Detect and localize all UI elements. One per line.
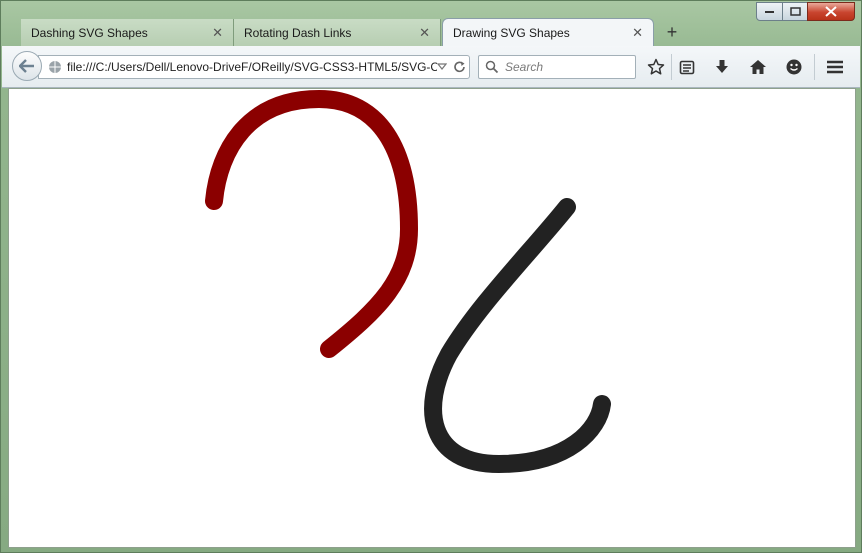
downloads-button[interactable] [711,56,733,78]
tab-close-icon[interactable]: ✕ [212,25,223,41]
reload-icon[interactable] [453,60,467,74]
close-window-button[interactable] [807,2,855,21]
star-icon [647,58,665,75]
reading-list-button[interactable] [676,56,698,78]
browser-window: Dashing SVG Shapes ✕ Rotating Dash Links… [0,0,862,553]
red-curve-path [205,89,419,358]
back-button[interactable] [12,51,42,81]
tab-label: Rotating Dash Links [244,25,352,40]
url-text[interactable]: file:///C:/Users/Dell/Lenovo-DriveF/ORei… [67,60,437,74]
new-tab-button[interactable]: + [662,22,682,42]
dropdown-icon[interactable] [437,61,447,71]
tab-close-icon[interactable]: ✕ [419,25,430,41]
reading-list-icon [679,60,695,75]
toolbar-separator [671,54,672,80]
back-arrow-icon [19,59,34,73]
plus-icon: + [666,21,678,42]
minimize-button[interactable] [756,2,783,21]
bookmark-button[interactable] [645,56,667,78]
menu-button[interactable] [824,56,846,78]
dark-hook-path [424,198,611,474]
tab-rotating-dash-links[interactable]: Rotating Dash Links ✕ [234,19,441,46]
maximize-icon [789,7,801,16]
minimize-icon [764,10,774,13]
svg-drawing-canvas [205,89,611,474]
tab-close-icon[interactable]: ✕ [632,25,643,41]
close-icon [825,6,837,17]
smiley-icon [786,59,802,75]
globe-icon [49,61,61,73]
navigation-toolbar: file:///C:/Users/Dell/Lenovo-DriveF/ORei… [2,46,860,88]
tab-label: Drawing SVG Shapes [453,26,570,40]
search-box[interactable]: Search [478,55,636,79]
maximize-button[interactable] [782,2,808,21]
download-icon [716,60,728,73]
search-icon [485,60,499,74]
page-content [8,88,856,548]
tab-dashing-svg-shapes[interactable]: Dashing SVG Shapes ✕ [21,19,234,46]
feedback-button[interactable] [783,56,805,78]
toolbar-separator [814,54,815,80]
tab-label: Dashing SVG Shapes [31,25,148,40]
url-bar[interactable]: file:///C:/Users/Dell/Lenovo-DriveF/ORei… [38,55,470,79]
home-icon [750,60,766,74]
home-button[interactable] [747,56,769,78]
search-placeholder: Search [505,60,544,74]
tab-drawing-svg-shapes[interactable]: Drawing SVG Shapes ✕ [442,18,654,47]
menu-icon [827,60,843,74]
